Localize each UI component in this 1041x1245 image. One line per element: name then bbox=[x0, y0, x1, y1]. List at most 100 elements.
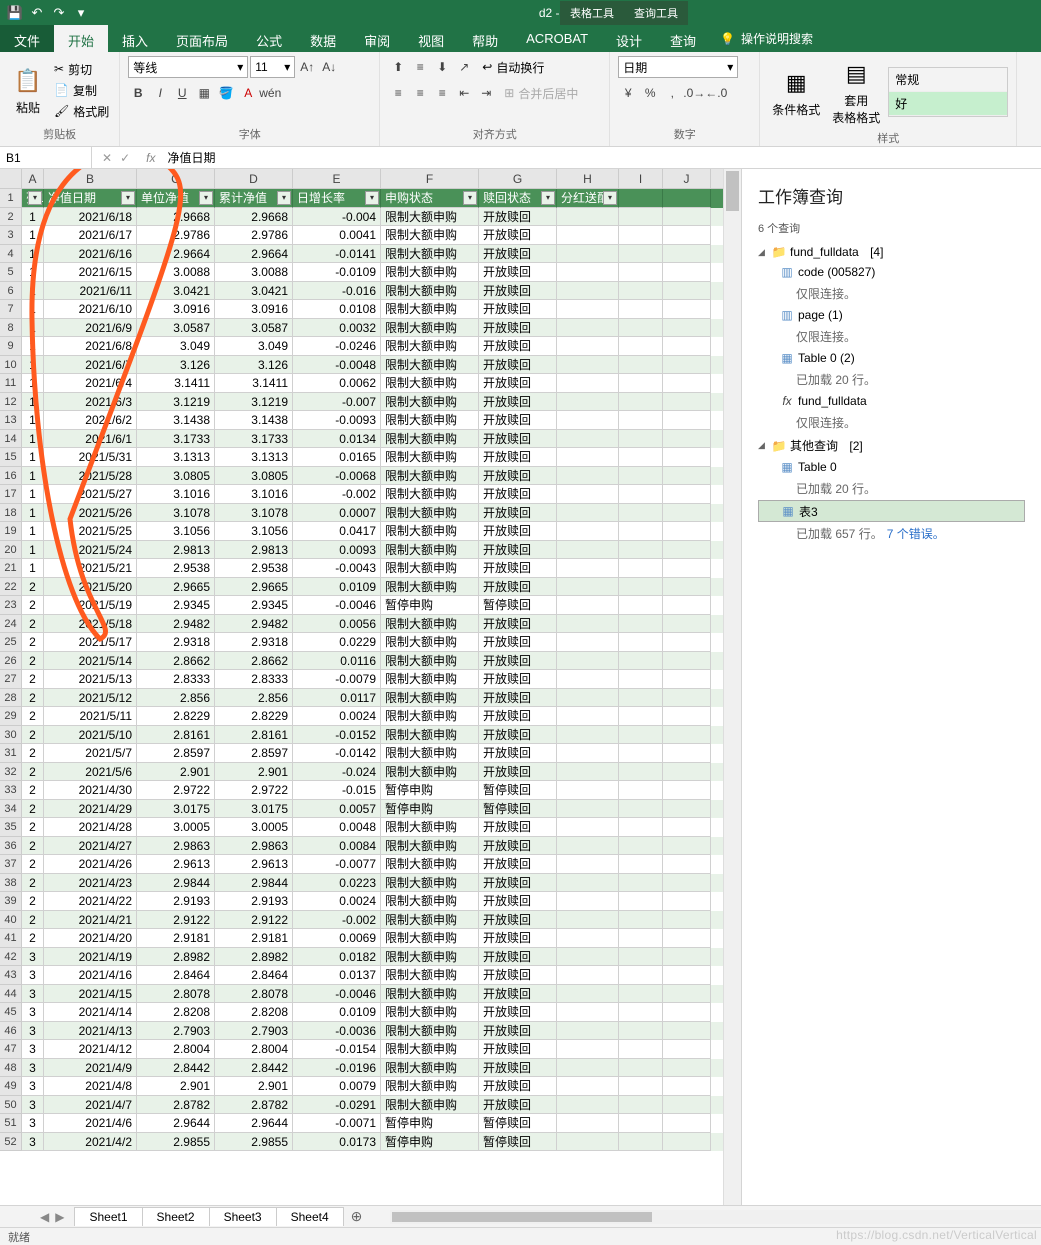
cell[interactable]: 限制大额申购 bbox=[381, 522, 479, 541]
paste-button[interactable]: 📋 粘贴 bbox=[8, 63, 48, 118]
cell[interactable]: 2.8597 bbox=[137, 744, 215, 763]
cell[interactable]: 限制大额申购 bbox=[381, 763, 479, 782]
cell[interactable] bbox=[557, 615, 619, 634]
cell[interactable] bbox=[663, 541, 711, 560]
filter-dropdown-icon[interactable]: ▾ bbox=[277, 191, 291, 205]
cell[interactable]: 3.1733 bbox=[137, 430, 215, 449]
cell[interactable] bbox=[663, 892, 711, 911]
row-header[interactable]: 26 bbox=[0, 652, 22, 671]
tab-design[interactable]: 设计 bbox=[602, 25, 656, 52]
cell[interactable]: 1 bbox=[22, 245, 44, 264]
cell[interactable]: 3.0005 bbox=[137, 818, 215, 837]
cell[interactable]: 2 bbox=[22, 781, 44, 800]
cell[interactable] bbox=[663, 781, 711, 800]
cell[interactable] bbox=[619, 670, 663, 689]
cell[interactable]: 2.9664 bbox=[137, 245, 215, 264]
cell[interactable]: 暂停赎回 bbox=[479, 1133, 557, 1152]
cell[interactable]: -0.0141 bbox=[293, 245, 381, 264]
cell[interactable]: 3.1411 bbox=[137, 374, 215, 393]
cell[interactable]: 2021/4/6 bbox=[44, 1114, 137, 1133]
cell[interactable]: 2.9813 bbox=[137, 541, 215, 560]
cell[interactable] bbox=[557, 374, 619, 393]
cell[interactable]: 0.0223 bbox=[293, 874, 381, 893]
cell[interactable]: 2021/4/20 bbox=[44, 929, 137, 948]
cell[interactable]: 限制大额申购 bbox=[381, 226, 479, 245]
cell[interactable] bbox=[557, 1114, 619, 1133]
row-header[interactable]: 19 bbox=[0, 522, 22, 541]
cell[interactable]: 2021/5/10 bbox=[44, 726, 137, 745]
cell[interactable]: 1 bbox=[22, 393, 44, 412]
cell[interactable]: -0.002 bbox=[293, 485, 381, 504]
row-header[interactable]: 47 bbox=[0, 1040, 22, 1059]
cell[interactable]: 开放赎回 bbox=[479, 763, 557, 782]
cell[interactable] bbox=[557, 800, 619, 819]
cell[interactable] bbox=[557, 393, 619, 412]
cell[interactable]: 3.049 bbox=[215, 337, 293, 356]
cell[interactable]: 1 bbox=[22, 541, 44, 560]
cell[interactable]: 2 bbox=[22, 615, 44, 634]
cell[interactable]: 2.8442 bbox=[137, 1059, 215, 1078]
cell[interactable]: 3 bbox=[22, 985, 44, 1004]
cell[interactable]: 开放赎回 bbox=[479, 633, 557, 652]
percent-button[interactable]: % bbox=[640, 82, 660, 104]
query-item[interactable]: ▦表3 bbox=[758, 500, 1025, 522]
cell[interactable] bbox=[557, 226, 619, 245]
cell[interactable]: 2021/4/28 bbox=[44, 818, 137, 837]
cell[interactable]: 开放赎回 bbox=[479, 467, 557, 486]
row-header[interactable]: 35 bbox=[0, 818, 22, 837]
row-header[interactable]: 7 bbox=[0, 300, 22, 319]
col-header-A[interactable]: A bbox=[22, 169, 44, 188]
cell[interactable] bbox=[619, 485, 663, 504]
cell[interactable]: 2.9665 bbox=[215, 578, 293, 597]
cell[interactable]: -0.0246 bbox=[293, 337, 381, 356]
cell[interactable]: 2 bbox=[22, 633, 44, 652]
row-header[interactable]: 5 bbox=[0, 263, 22, 282]
cell[interactable]: 2.8208 bbox=[215, 1003, 293, 1022]
name-box[interactable]: B1 bbox=[0, 147, 92, 168]
cell[interactable] bbox=[557, 1077, 619, 1096]
cell[interactable]: 2.8662 bbox=[215, 652, 293, 671]
cell[interactable]: 2021/6/11 bbox=[44, 282, 137, 301]
tab-formulas[interactable]: 公式 bbox=[242, 25, 296, 52]
cell[interactable]: 3.0421 bbox=[215, 282, 293, 301]
cell[interactable] bbox=[619, 1022, 663, 1041]
cell[interactable]: 0.0079 bbox=[293, 1077, 381, 1096]
cell[interactable] bbox=[557, 948, 619, 967]
cell[interactable]: 2 bbox=[22, 892, 44, 911]
row-header[interactable]: 4 bbox=[0, 245, 22, 264]
cell[interactable] bbox=[619, 522, 663, 541]
cell[interactable]: 限制大额申购 bbox=[381, 300, 479, 319]
sheet-tab[interactable]: Sheet3 bbox=[209, 1207, 277, 1226]
cell[interactable]: 2.9181 bbox=[137, 929, 215, 948]
cell[interactable]: 3 bbox=[22, 948, 44, 967]
format-painter-button[interactable]: 🖌格式刷 bbox=[52, 102, 111, 121]
cell[interactable] bbox=[557, 911, 619, 930]
tab-acrobat[interactable]: ACROBAT bbox=[512, 25, 602, 52]
cell[interactable]: 开放赎回 bbox=[479, 522, 557, 541]
row-header[interactable]: 40 bbox=[0, 911, 22, 930]
cell[interactable]: -0.0043 bbox=[293, 559, 381, 578]
table-col-header[interactable]: 申购状态▾ bbox=[381, 189, 479, 208]
cell[interactable] bbox=[619, 374, 663, 393]
cell[interactable]: 1 bbox=[22, 411, 44, 430]
tab-home[interactable]: 开始 bbox=[54, 25, 108, 52]
cell[interactable]: 开放赎回 bbox=[479, 652, 557, 671]
cell[interactable] bbox=[557, 726, 619, 745]
row-header[interactable]: 30 bbox=[0, 726, 22, 745]
row-header[interactable]: 44 bbox=[0, 985, 22, 1004]
font-color-button[interactable]: A bbox=[238, 82, 258, 104]
cell[interactable]: 2021/4/14 bbox=[44, 1003, 137, 1022]
cell[interactable]: 限制大额申购 bbox=[381, 948, 479, 967]
row-header[interactable]: 6 bbox=[0, 282, 22, 301]
tree-group-fund[interactable]: ◢ 📁 fund_fulldata [4] bbox=[758, 242, 1025, 262]
cell[interactable] bbox=[557, 874, 619, 893]
cell[interactable]: 1 bbox=[22, 208, 44, 227]
cell[interactable]: 限制大额申购 bbox=[381, 874, 479, 893]
row-header[interactable]: 50 bbox=[0, 1096, 22, 1115]
cell[interactable]: 3.049 bbox=[137, 337, 215, 356]
cell[interactable]: 开放赎回 bbox=[479, 282, 557, 301]
cell[interactable] bbox=[663, 393, 711, 412]
cell[interactable]: 2021/6/16 bbox=[44, 245, 137, 264]
cell[interactable]: 开放赎回 bbox=[479, 1003, 557, 1022]
cell[interactable]: 限制大额申购 bbox=[381, 504, 479, 523]
